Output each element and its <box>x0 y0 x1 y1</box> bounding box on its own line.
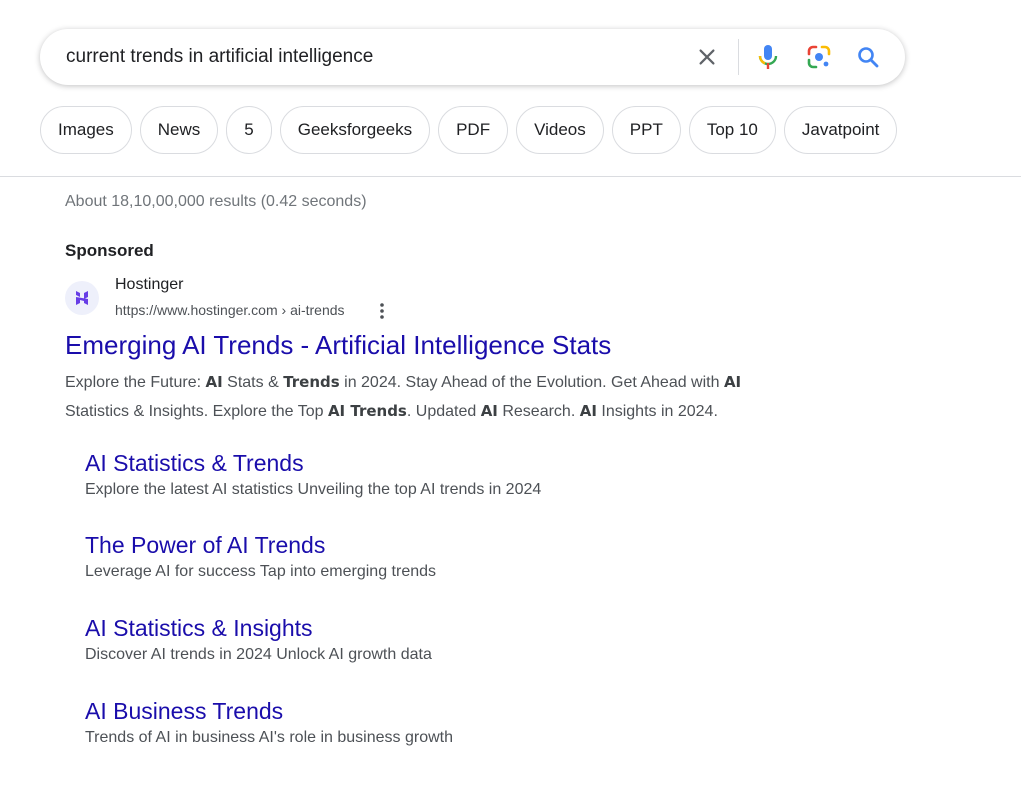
desc-bold: AI Trends <box>327 402 407 420</box>
desc-bold: Trends <box>283 373 340 391</box>
sitelink-2: The Power of AI Trends Leverage AI for s… <box>85 532 436 581</box>
sitelink-title[interactable]: AI Statistics & Trends <box>85 450 541 477</box>
chip-images[interactable]: Images <box>40 106 132 154</box>
more-options-icon[interactable] <box>374 301 390 321</box>
ad-description: Explore the Future: AI Stats & Trends in… <box>65 368 845 426</box>
chip-top-10[interactable]: Top 10 <box>688 106 776 154</box>
chip-ppt[interactable]: PPT <box>611 106 681 154</box>
desc-text: Statistics & Insights. Explore the Top <box>65 403 328 420</box>
sponsored-label: Sponsored <box>65 241 154 260</box>
desc-bold: AI <box>480 402 498 420</box>
clear-icon[interactable] <box>691 41 723 73</box>
chip-javatpoint[interactable]: Javatpoint <box>783 106 898 154</box>
sitelink-description: Trends of AI in business AI's role in bu… <box>85 729 453 746</box>
desc-text: Stats & <box>222 374 284 391</box>
desc-text: Insights in 2024. <box>596 403 718 420</box>
chip-videos[interactable]: Videos <box>516 106 604 154</box>
search-icon[interactable] <box>852 41 884 73</box>
desc-text: Research. <box>497 403 580 420</box>
ad-description-line-2: Statistics & Insights. Explore the Top A… <box>65 397 845 426</box>
filter-chips: Images News 5 Geeksforgeeks PDF Videos P… <box>40 106 898 154</box>
search-input[interactable] <box>66 43 666 71</box>
desc-text: . Updated <box>406 403 481 420</box>
sitelink-4: AI Business Trends Trends of AI in busin… <box>85 698 453 747</box>
sitelink-description: Leverage AI for success Tap into emergin… <box>85 563 437 580</box>
ad-url[interactable]: https://www.hostinger.com › ai-trends <box>115 302 345 318</box>
chip-5[interactable]: 5 <box>226 106 272 154</box>
chip-news[interactable]: News <box>139 106 219 154</box>
chip-pdf[interactable]: PDF <box>438 106 509 154</box>
hostinger-logo-icon[interactable] <box>65 281 99 315</box>
ad-site-name[interactable]: Hostinger <box>115 276 183 294</box>
desc-bold: AI <box>723 373 742 391</box>
sitelink-3: AI Statistics & Insights Discover AI tre… <box>85 615 432 664</box>
lens-camera-icon[interactable] <box>803 41 835 73</box>
header-divider <box>0 176 1021 177</box>
desc-bold: AI <box>205 373 223 391</box>
desc-text: in 2024. Stay Ahead of the Evolution. Ge… <box>339 374 724 391</box>
search-box <box>40 29 905 85</box>
sitelink-title[interactable]: AI Statistics & Insights <box>85 615 432 642</box>
desc-bold: AI <box>579 402 597 420</box>
result-stats: About 18,10,00,000 results (0.42 seconds… <box>65 193 367 210</box>
sitelink-title[interactable]: AI Business Trends <box>85 698 453 725</box>
sitelink-title[interactable]: The Power of AI Trends <box>85 532 436 559</box>
chip-geeksforgeeks[interactable]: Geeksforgeeks <box>279 106 431 154</box>
ad-title-link[interactable]: Emerging AI Trends - Artificial Intellig… <box>65 330 611 361</box>
ad-description-line-1: Explore the Future: AI Stats & Trends in… <box>65 368 845 397</box>
sitelink-1: AI Statistics & Trends Explore the lates… <box>85 450 541 499</box>
microphone-icon[interactable] <box>752 41 784 73</box>
search-divider <box>738 39 739 75</box>
sitelink-description: Explore the latest AI statistics Unveili… <box>85 481 542 498</box>
desc-text: Explore the Future: <box>65 374 206 391</box>
sitelink-description: Discover AI trends in 2024 Unlock AI gro… <box>85 646 432 663</box>
